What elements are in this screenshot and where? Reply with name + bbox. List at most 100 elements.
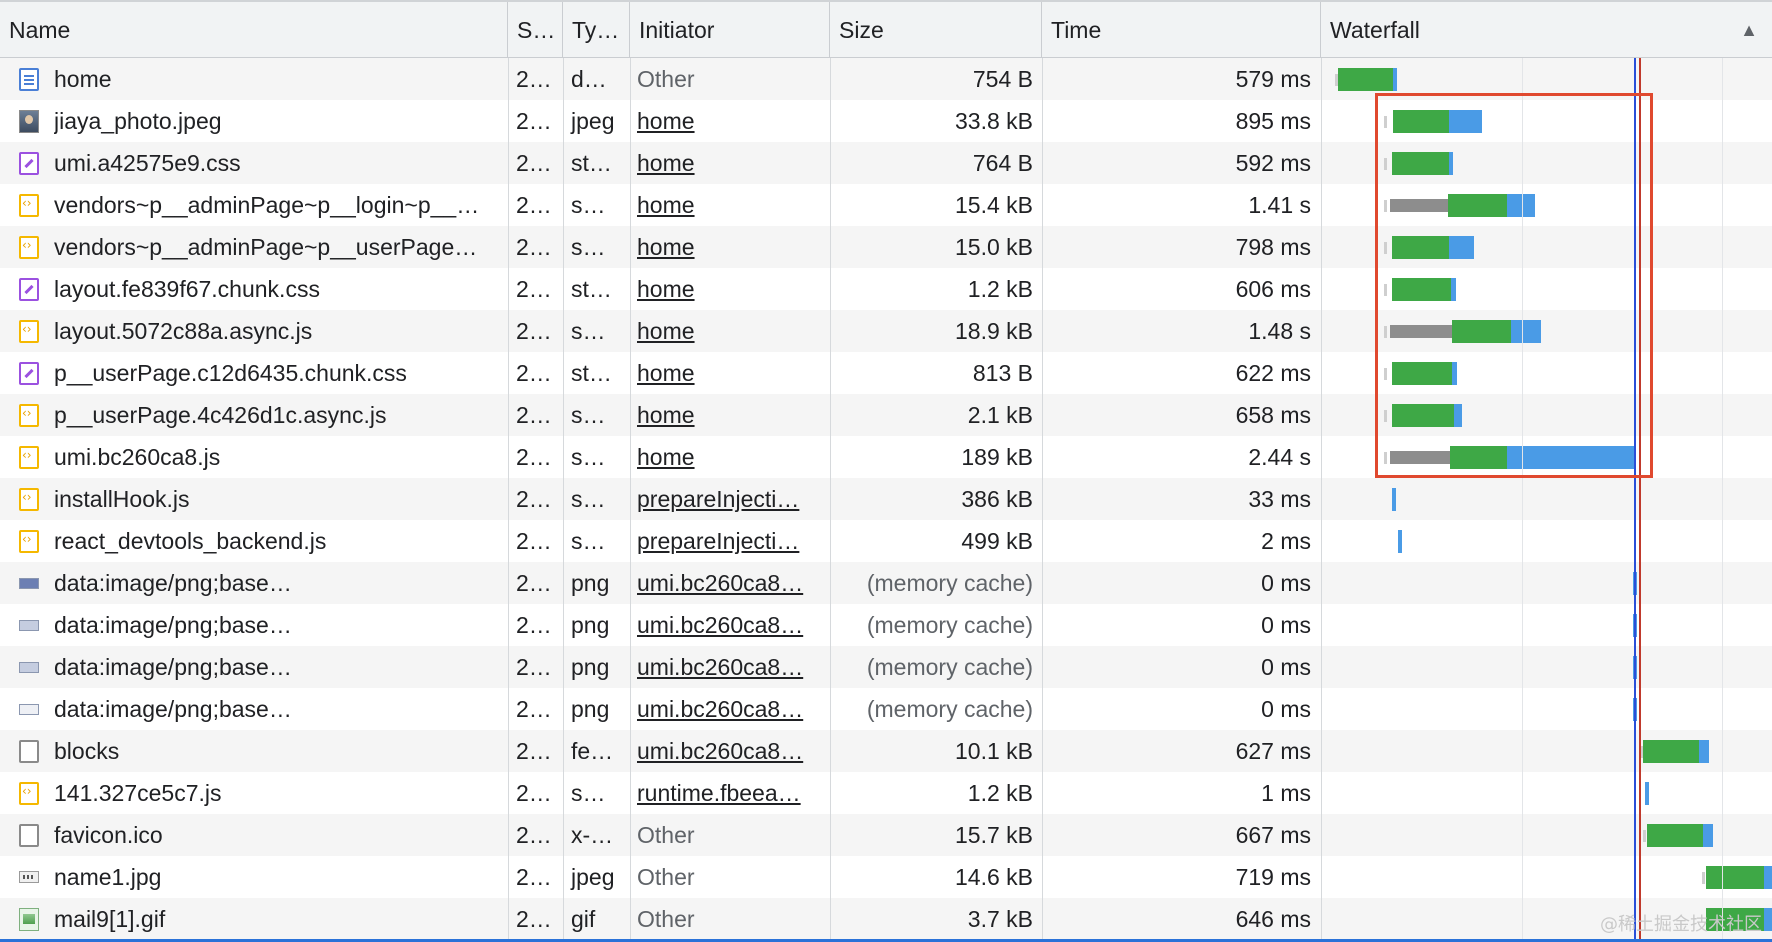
waterfall-gridline	[1722, 58, 1723, 942]
initiator-link[interactable]: runtime.fbeea…	[630, 772, 830, 814]
request-name: umi.bc260ca8.js	[54, 444, 221, 470]
initiator-link[interactable]: home	[630, 226, 830, 268]
blank-file-icon	[19, 824, 39, 847]
png-data-icon	[19, 578, 39, 589]
request-size: (memory cache)	[866, 654, 1033, 680]
request-name: mail9[1].gif	[54, 906, 166, 932]
request-status: 2…	[516, 150, 552, 176]
request-time: 0 ms	[1261, 654, 1311, 680]
waterfall-waiting-segment	[1647, 824, 1703, 847]
request-name: installHook.js	[54, 486, 190, 512]
initiator-link[interactable]: umi.bc260ca8…	[630, 562, 830, 604]
request-row[interactable]: data:image/png;base… 2… png umi.bc260ca8… (m…	[0, 562, 1772, 604]
request-name: 141.327ce5c7.js	[54, 780, 222, 806]
script-icon	[19, 309, 39, 349]
request-status: 2…	[516, 864, 552, 890]
initiator-link[interactable]: home	[630, 142, 830, 184]
request-time: 0 ms	[1261, 570, 1311, 596]
column-header-size[interactable]: Size	[830, 2, 1042, 58]
request-row[interactable]: name1.jpg 2… jpeg Other 14.6 kB 719 ms	[0, 856, 1772, 898]
column-header-time[interactable]: Time	[1042, 2, 1321, 58]
blank-file-icon	[19, 740, 39, 763]
image-thumbnail-icon	[19, 110, 39, 133]
initiator-link[interactable]: home	[630, 184, 830, 226]
sort-ascending-icon[interactable]: ▲	[1740, 2, 1758, 58]
request-type: s…	[571, 780, 606, 806]
initiator-link[interactable]: umi.bc260ca8…	[630, 646, 830, 688]
request-time: 33 ms	[1248, 486, 1311, 512]
request-status: 2…	[516, 234, 552, 260]
request-status: 2…	[516, 528, 552, 554]
column-divider	[1321, 58, 1322, 942]
request-type: s…	[571, 192, 606, 218]
column-header-status[interactable]: S…	[508, 2, 563, 58]
request-name: jiaya_photo.jpeg	[54, 108, 222, 134]
request-name: p__userPage.4c426d1c.async.js	[54, 402, 387, 428]
request-row[interactable]: favicon.ico 2… x-… Other 15.7 kB 667 ms	[0, 814, 1772, 856]
request-row[interactable]: 141.327ce5c7.js 2… s… runtime.fbeea… 1.2 kB 1…	[0, 771, 1772, 814]
request-type: s…	[571, 486, 606, 512]
request-type: d…	[571, 66, 607, 92]
request-time: 0 ms	[1261, 612, 1311, 638]
request-size: 15.0 kB	[955, 234, 1033, 260]
column-header-initiator[interactable]: Initiator	[630, 2, 830, 58]
initiator-link[interactable]: home	[630, 394, 830, 436]
request-name: p__userPage.c12d6435.chunk.css	[54, 360, 407, 386]
request-type: s…	[571, 528, 606, 554]
png-data-icon	[19, 620, 39, 631]
jpg-icon	[19, 871, 39, 883]
request-time: 0 ms	[1261, 696, 1311, 722]
initiator-text: Other	[637, 864, 695, 890]
request-size: 754 B	[972, 66, 1033, 92]
column-divider	[1042, 58, 1043, 942]
request-time: 606 ms	[1235, 276, 1311, 302]
network-panel: Name S… Ty… Initiator Size Time Waterfal…	[0, 0, 1772, 942]
request-type: gif	[571, 906, 596, 932]
request-size: 386 kB	[961, 486, 1033, 512]
request-name: home	[54, 66, 112, 92]
request-type: png	[571, 654, 610, 680]
initiator-text: Other	[637, 66, 695, 92]
script-icon	[19, 519, 39, 559]
request-row[interactable]: data:image/png;base… 2… png umi.bc260ca8… (m…	[0, 646, 1772, 688]
request-size: 189 kB	[961, 444, 1033, 470]
waterfall-download-segment	[1392, 488, 1396, 511]
png-data-icon	[19, 662, 39, 673]
request-row[interactable]: react_devtools_backend.js 2… s… prepareInje…	[0, 519, 1772, 562]
request-time: 646 ms	[1235, 906, 1311, 932]
request-type: fe…	[571, 738, 614, 764]
waterfall-header-label: Waterfall	[1330, 17, 1420, 43]
initiator-link[interactable]: umi.bc260ca8…	[630, 688, 830, 730]
request-time: 579 ms	[1235, 66, 1311, 92]
request-row[interactable]: mail9[1].gif 2… gif Other 3.7 kB 646 ms	[0, 898, 1772, 940]
request-name: layout.fe839f67.chunk.css	[54, 276, 320, 302]
request-row[interactable]: installHook.js 2… s… prepareInjecti… 386 kB 3…	[0, 477, 1772, 520]
request-row[interactable]: blocks 2… fe… umi.bc260ca8… 10.1 kB 627 ms	[0, 730, 1772, 772]
initiator-link[interactable]: home	[630, 310, 830, 352]
request-time: 667 ms	[1235, 822, 1311, 848]
initiator-link[interactable]: home	[630, 100, 830, 142]
request-row[interactable]: data:image/png;base… 2… png umi.bc260ca8… (m…	[0, 604, 1772, 646]
initiator-link[interactable]: home	[630, 268, 830, 310]
column-header-type[interactable]: Ty…	[563, 2, 630, 58]
initiator-link[interactable]: prepareInjecti…	[630, 520, 830, 562]
initiator-link[interactable]: home	[630, 436, 830, 478]
waterfall-stalled-segment	[1643, 830, 1646, 842]
initiator-link[interactable]: umi.bc260ca8…	[630, 604, 830, 646]
column-header-waterfall[interactable]: Waterfall ▲	[1321, 2, 1772, 58]
column-divider	[630, 58, 631, 942]
stylesheet-icon	[19, 152, 39, 175]
request-status: 2…	[516, 444, 552, 470]
request-time: 1.48 s	[1248, 318, 1311, 344]
document-icon	[19, 68, 39, 91]
waterfall-download-segment	[1703, 824, 1713, 847]
column-header-name[interactable]: Name	[0, 2, 508, 58]
initiator-link[interactable]: home	[630, 352, 830, 394]
request-row[interactable]: data:image/png;base… 2… png umi.bc260ca8… (m…	[0, 688, 1772, 730]
initiator-link[interactable]: umi.bc260ca8…	[630, 730, 830, 772]
request-type: st…	[571, 276, 612, 302]
request-size: 813 B	[972, 360, 1033, 386]
initiator-link[interactable]: prepareInjecti…	[630, 478, 830, 520]
request-status: 2…	[516, 486, 552, 512]
request-type: jpeg	[571, 108, 615, 134]
